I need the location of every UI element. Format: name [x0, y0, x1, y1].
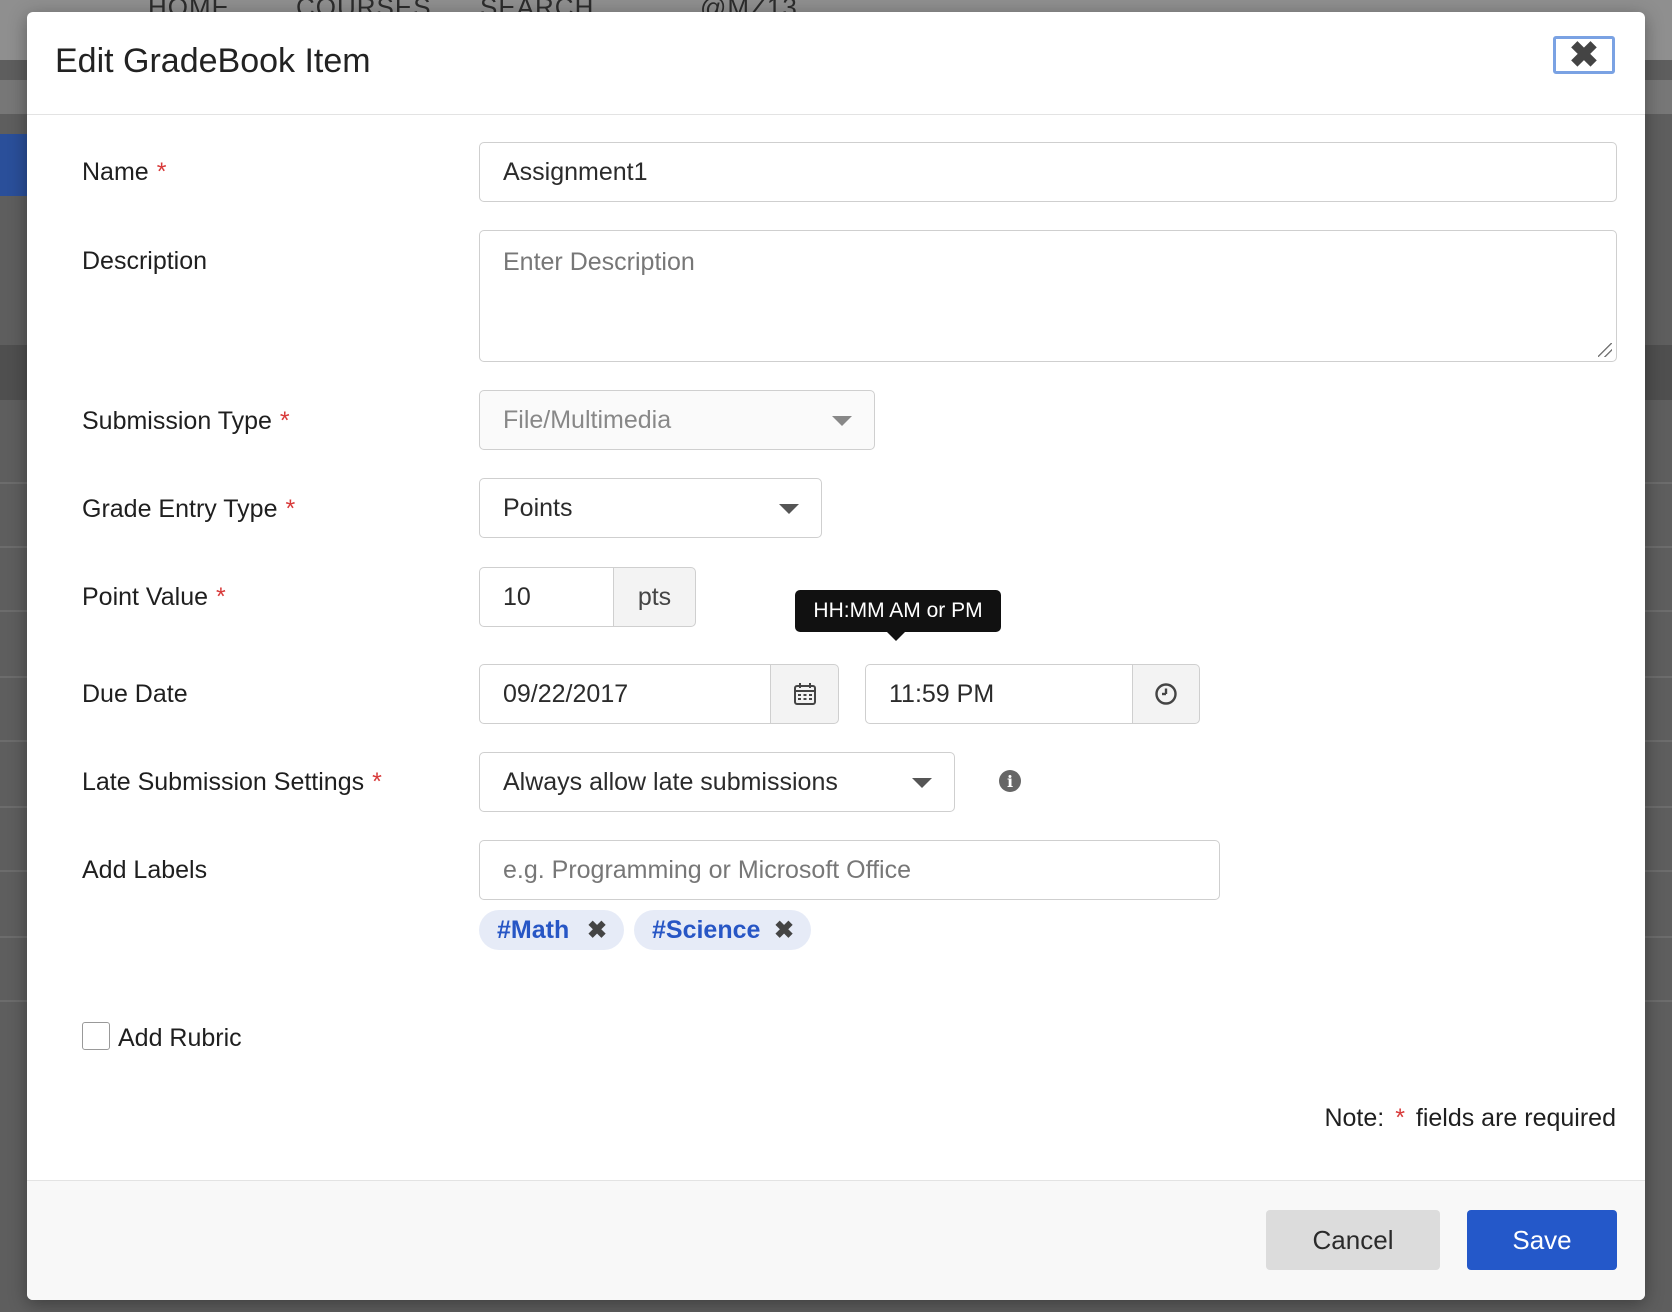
due-time-value: 11:59 PM: [889, 679, 995, 708]
chevron-down-icon: [832, 416, 852, 426]
point-value-label: Point Value *: [82, 583, 226, 611]
due-date-label: Due Date: [82, 680, 188, 708]
save-button[interactable]: Save: [1467, 1210, 1617, 1270]
calendar-button[interactable]: [770, 664, 839, 724]
remove-tag-icon[interactable]: ✖: [587, 916, 607, 945]
name-input[interactable]: Assignment1: [479, 142, 1617, 202]
required-mark: *: [279, 407, 290, 435]
add-rubric-checkbox[interactable]: [82, 1022, 110, 1050]
add-labels-label: Add Labels: [82, 856, 208, 884]
description-textarea[interactable]: Enter Description: [479, 230, 1617, 362]
required-fields-note: Note: * fields are required: [1324, 1104, 1616, 1132]
chevron-down-icon: [912, 778, 932, 788]
required-mark: *: [156, 158, 167, 186]
grade-entry-type-value: Points: [503, 493, 573, 522]
required-mark: *: [216, 583, 226, 611]
labels-input[interactable]: e.g. Programming or Microsoft Office: [479, 840, 1220, 900]
submission-type-value: File/Multimedia: [503, 405, 672, 434]
edit-gradebook-item-dialog: Edit GradeBook Item ✖ Name * Assignment1 …: [27, 12, 1645, 1300]
point-value-input[interactable]: 10: [479, 567, 614, 627]
labels-placeholder: e.g. Programming or Microsoft Office: [503, 855, 912, 884]
grade-entry-type-select[interactable]: Points: [479, 478, 822, 538]
add-rubric-label: Add Rubric: [118, 1024, 242, 1052]
dialog-header: Edit GradeBook Item ✖: [27, 12, 1645, 115]
cancel-button[interactable]: Cancel: [1266, 1210, 1440, 1270]
close-icon: ✖: [1568, 34, 1600, 75]
label-tag-science: #Science ✖: [634, 910, 811, 950]
description-placeholder: Enter Description: [503, 248, 695, 276]
calendar-icon: [793, 683, 816, 705]
resize-handle[interactable]: [1598, 343, 1612, 357]
name-input-value: Assignment1: [503, 157, 648, 186]
chevron-down-icon: [779, 504, 799, 514]
dialog-title: Edit GradeBook Item: [55, 42, 371, 80]
submission-type-select[interactable]: File/Multimedia: [479, 390, 875, 450]
late-submission-select[interactable]: Always allow late submissions: [479, 752, 955, 812]
name-label: Name *: [82, 158, 167, 186]
submission-type-label: Submission Type *: [82, 407, 290, 435]
time-format-tooltip: HH:MM AM or PM: [795, 590, 1001, 641]
description-label: Description: [82, 247, 208, 275]
info-icon[interactable]: i: [999, 770, 1021, 792]
clock-icon: [1155, 683, 1177, 705]
due-date-value: 09/22/2017: [503, 679, 629, 708]
required-mark: *: [1395, 1104, 1405, 1132]
grade-entry-type-label: Grade Entry Type *: [82, 495, 296, 523]
clock-button[interactable]: [1132, 664, 1200, 724]
required-mark: *: [372, 768, 382, 796]
late-submission-value: Always allow late submissions: [503, 767, 838, 796]
label-tag-math: #Math ✖: [479, 910, 624, 950]
label-tag-text: #Science: [652, 915, 761, 944]
points-unit-addon: pts: [613, 567, 696, 627]
label-tag-text: #Math: [497, 915, 570, 944]
remove-tag-icon[interactable]: ✖: [774, 916, 794, 945]
close-button[interactable]: ✖: [1553, 34, 1615, 75]
due-time-input[interactable]: 11:59 PM: [865, 664, 1133, 724]
required-mark: *: [285, 495, 296, 523]
late-submission-label: Late Submission Settings *: [82, 768, 382, 796]
point-value-value: 10: [503, 582, 531, 611]
due-date-input[interactable]: 09/22/2017: [479, 664, 771, 724]
